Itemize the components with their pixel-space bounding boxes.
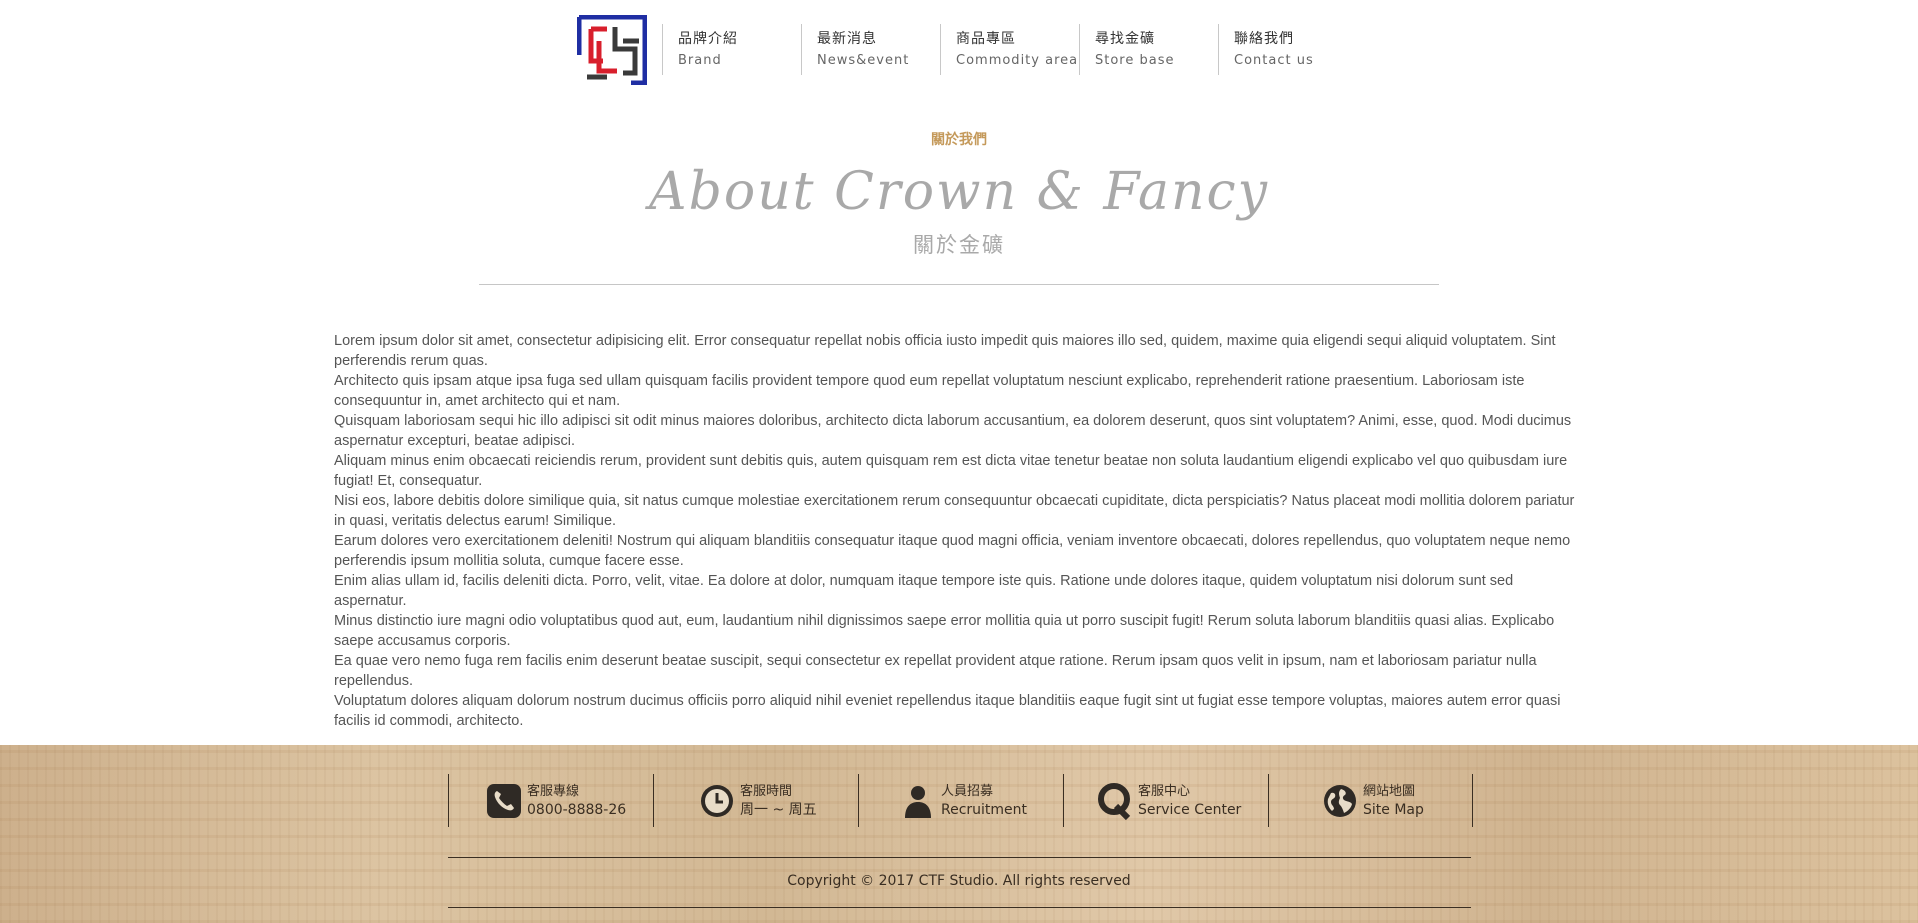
nav-item-en-label: Brand [678, 53, 722, 68]
nav-item-en-label: Commodity area [956, 53, 1079, 68]
nav-item-zh-label: 聯絡我們 [1234, 31, 1294, 47]
nav-item-contact[interactable]: 聯絡我們 Contact us [1218, 24, 1357, 75]
paragraph: Ea quae vero nemo fuga rem facilis enim … [334, 653, 1537, 689]
title-divider [479, 284, 1439, 285]
nav-item-zh-label: 最新消息 [817, 31, 877, 47]
contact-value: Recruitment [941, 801, 1028, 818]
contact-label: 人員招募 [941, 783, 994, 799]
footer-service-center[interactable]: 客服中心 Service Center [1063, 774, 1268, 827]
contact-value: 周一 ~ 周五 [740, 801, 817, 818]
footer-divider-top [448, 857, 1471, 858]
nav-item-commodity[interactable]: 商品專區 Commodity area [940, 24, 1079, 75]
nav-item-zh-label: 尋找金礦 [1095, 31, 1155, 47]
site-footer: 客服專線 0800-8888-26 客服時間 周一 ~ 周五 人員招募 Recr… [0, 745, 1918, 923]
footer-service-hours[interactable]: 客服時間 周一 ~ 周五 [653, 774, 858, 827]
nav-item-zh-label: 商品專區 [956, 31, 1016, 47]
nav-item-news[interactable]: 最新消息 News&event [801, 24, 940, 75]
site-header: 品牌介紹 Brand 最新消息 News&event 商品專區 Commodit… [0, 0, 1918, 90]
globe-icon [1321, 782, 1359, 820]
nav-item-zh-label: 品牌介紹 [678, 31, 738, 47]
paragraph: Enim alias ullam id, facilis deleniti di… [334, 573, 1514, 609]
footer-site-map[interactable]: 網站地圖 Site Map [1268, 774, 1473, 827]
contact-label: 客服中心 [1138, 783, 1191, 799]
q-icon [1096, 782, 1134, 820]
paragraph: Voluptatum dolores aliquam dolorum nostr… [334, 693, 1561, 729]
footer-hotline[interactable]: 客服專線 0800-8888-26 [448, 774, 653, 827]
footer-contact-row: 客服專線 0800-8888-26 客服時間 周一 ~ 周五 人員招募 Recr… [448, 774, 1473, 827]
phone-icon [485, 782, 523, 820]
contact-value: 0800-8888-26 [527, 801, 627, 818]
contact-value: Service Center [1138, 801, 1242, 818]
section-eyebrow: 關於我們 [931, 132, 987, 148]
paragraph: Nisi eos, labore debitis dolore similiqu… [334, 493, 1575, 529]
copyright-text: Copyright © 2017 CTF Studio. All rights … [787, 873, 1131, 889]
nav-item-store[interactable]: 尋找金礦 Store base [1079, 24, 1218, 75]
paragraph: Earum dolores vero exercitationem deleni… [334, 533, 1571, 569]
main-nav: 品牌介紹 Brand 最新消息 News&event 商品專區 Commodit… [662, 24, 1357, 75]
contact-value: Site Map [1363, 801, 1424, 818]
footer-recruitment[interactable]: 人員招募 Recruitment [858, 774, 1063, 827]
page-subtitle: 關於金礦 [913, 233, 1005, 257]
nav-item-en-label: Contact us [1234, 53, 1314, 68]
contact-label: 客服時間 [740, 783, 793, 799]
paragraph: Minus distinctio iure magni odio volupta… [334, 613, 1555, 649]
about-content: Lorem ipsum dolor sit amet, consectetur … [334, 331, 1586, 731]
person-icon [899, 782, 937, 820]
contact-label: 客服專線 [527, 783, 580, 799]
footer-divider-bottom [448, 907, 1471, 908]
paragraph: Architecto quis ipsam atque ipsa fuga se… [334, 373, 1525, 409]
paragraph: Lorem ipsum dolor sit amet, consectetur … [334, 333, 1556, 369]
contact-label: 網站地圖 [1363, 783, 1416, 799]
paragraph: Aliquam minus enim obcaecati reiciendis … [334, 453, 1568, 489]
paragraph: Quisquam laboriosam sequi hic illo adipi… [334, 413, 1572, 449]
nav-item-en-label: Store base [1095, 53, 1175, 68]
nav-item-en-label: News&event [817, 53, 910, 68]
page-title: About Crown & Fancy [649, 162, 1269, 222]
ctf-logo-icon[interactable] [576, 14, 648, 86]
clock-icon [698, 782, 736, 820]
nav-item-brand[interactable]: 品牌介紹 Brand [662, 24, 801, 75]
